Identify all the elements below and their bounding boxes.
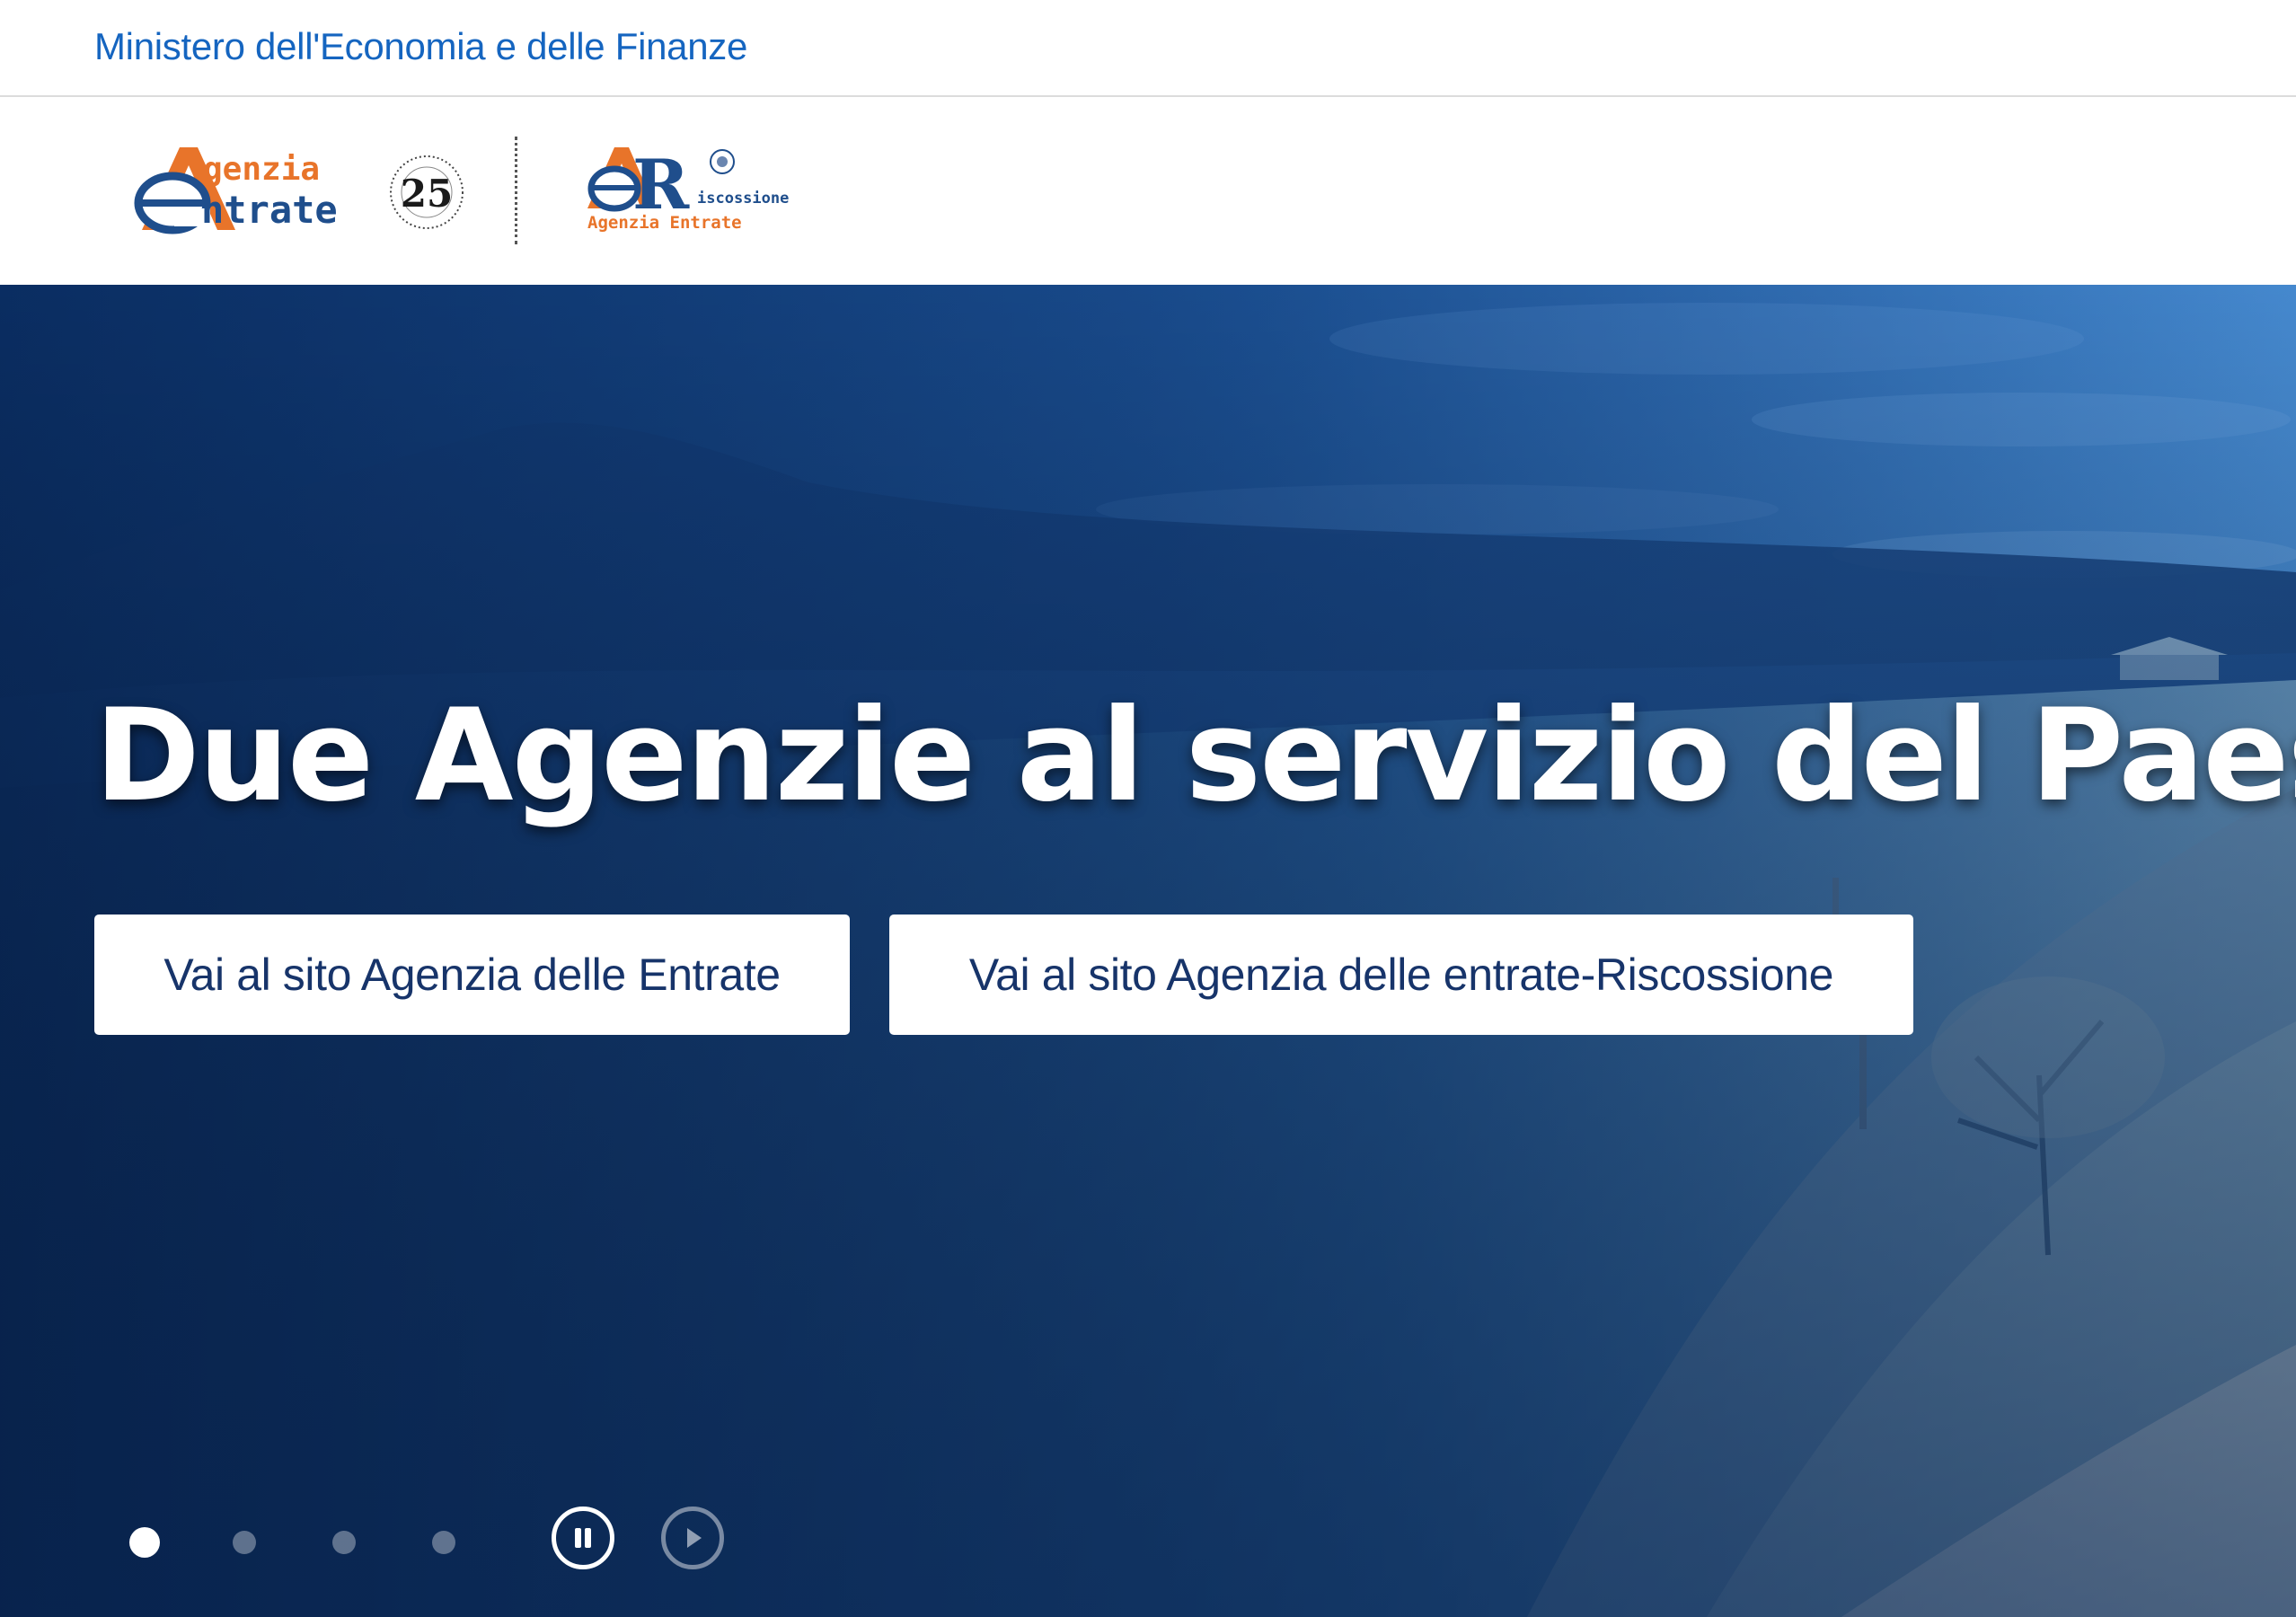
agenzia-entrate-site-button[interactable]: Vai al sito Agenzia delle Entrate <box>94 915 850 1035</box>
logo-aer-sub2: Agenzia Entrate <box>587 213 742 233</box>
logo-ae-line2: ntrate <box>201 188 338 232</box>
pause-icon <box>575 1528 591 1548</box>
logo-ae-badge: 25 <box>401 172 453 216</box>
carousel-dot-1[interactable] <box>129 1527 160 1558</box>
carousel-pause-button[interactable] <box>552 1507 614 1569</box>
carousel-play-button[interactable] <box>661 1507 724 1569</box>
play-icon <box>687 1528 702 1548</box>
agenzia-entrate-riscossione-logo[interactable]: R iscossione Agenzia Entrate <box>584 142 808 241</box>
logo-divider <box>515 137 517 244</box>
logo-aer-sub1: iscossione <box>697 190 789 208</box>
ministry-link[interactable]: Ministero dell'Economia e delle Finanze <box>94 22 747 72</box>
logo-ae-line1: genzia <box>203 151 320 188</box>
carousel-dot-3[interactable] <box>332 1531 356 1554</box>
carousel-dot-4[interactable] <box>432 1531 455 1554</box>
logo-header: genzia ntrate 25 R iscossione Agenzia En… <box>0 99 2296 285</box>
carousel-dot-2[interactable] <box>233 1531 256 1554</box>
hero-carousel: Due Agenzie al servizio del Paese Vai al… <box>0 285 2296 1617</box>
hero-title: Due Agenzie al servizio del Paese <box>94 682 2296 830</box>
agenzia-entrate-logo[interactable]: genzia ntrate 25 <box>126 144 476 243</box>
agenzia-riscossione-site-button[interactable]: Vai al sito Agenzia delle entrate-Riscos… <box>889 915 1913 1035</box>
agenzia-entrate-logo-icon: genzia ntrate 25 <box>134 147 464 234</box>
agenzia-entrate-riscossione-logo-icon: R iscossione Agenzia Entrate <box>587 145 789 233</box>
ministry-bar: Ministero dell'Economia e delle Finanze <box>0 0 2296 97</box>
